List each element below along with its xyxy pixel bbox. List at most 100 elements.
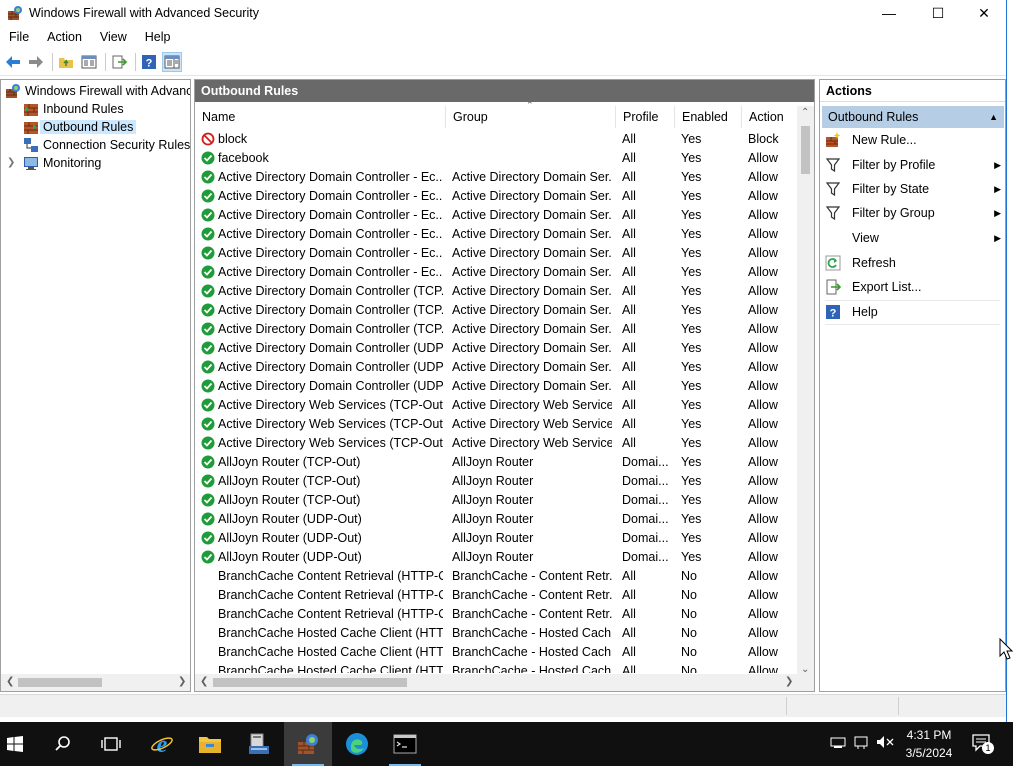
action-new-rule[interactable]: New Rule... [825,129,1003,151]
column-header-enabled[interactable]: Enabled [675,106,742,128]
taskbar-server-manager[interactable] [235,722,283,766]
start-button[interactable] [0,722,39,766]
search-button[interactable] [39,722,87,766]
table-row[interactable]: Active Directory Domain Controller (TCP.… [195,319,797,338]
scrollbar-thumb[interactable] [213,678,407,687]
table-row[interactable]: Active Directory Domain Controller - Ec.… [195,167,797,186]
table-row[interactable]: facebook All Yes Allow [195,148,797,167]
tree-root-label: Windows Firewall with Advanced Security [25,84,190,98]
scroll-left-icon[interactable]: ❮ [6,676,14,687]
taskbar-file-explorer[interactable] [186,722,234,766]
cell-group: AllJoyn Router [452,473,534,488]
table-row[interactable]: Active Directory Domain Controller - Ec.… [195,243,797,262]
taskbar-windows-firewall[interactable] [284,722,332,766]
rule-name: Active Directory Domain Controller - Ec.… [218,226,443,241]
table-row[interactable]: Active Directory Web Services (TCP-Out) A… [195,414,797,433]
up-folder-button[interactable] [56,52,76,72]
tree-horizontal-scrollbar[interactable]: ❮ ❯ [1,674,190,691]
show-hide-console-tree-button[interactable] [79,52,99,72]
menu-file[interactable]: File [0,30,38,44]
table-row[interactable]: Active Directory Web Services (TCP-Out) A… [195,433,797,452]
taskbar-internet-explorer[interactable]: e [138,722,186,766]
taskbar-edge[interactable] [333,722,381,766]
action-filter-by-group[interactable]: Filter by Group ▶ [825,202,1003,224]
table-row[interactable]: Active Directory Domain Controller - Ec.… [195,262,797,281]
table-row[interactable]: BranchCache Content Retrieval (HTTP-O...… [195,585,797,604]
cell-name: Active Directory Domain Controller - Ec.… [201,243,443,262]
rules-vertical-scrollbar[interactable]: ⌃ ⌄ [797,106,814,676]
task-view-button[interactable] [87,722,135,766]
table-row[interactable]: AllJoyn Router (UDP-Out) AllJoyn Router Do… [195,547,797,566]
tree-root[interactable]: Windows Firewall with Advanced Security [5,82,190,100]
ethernet-tray-icon[interactable] [853,735,869,752]
table-row[interactable]: BranchCache Hosted Cache Client (HTT... B… [195,661,797,674]
table-row[interactable]: Active Directory Domain Controller (TCP.… [195,281,797,300]
menu-action[interactable]: Action [38,30,91,44]
table-row[interactable]: AllJoyn Router (TCP-Out) AllJoyn Router Do… [195,471,797,490]
table-row[interactable]: BranchCache Content Retrieval (HTTP-O...… [195,604,797,623]
menu-view[interactable]: View [91,30,136,44]
table-row[interactable]: Active Directory Domain Controller (UDP.… [195,357,797,376]
action-view[interactable]: View ▶ [825,227,1003,249]
scroll-right-icon[interactable]: ❯ [785,676,793,687]
cell-action: Allow [748,207,778,222]
table-row[interactable]: block All Yes Block [195,129,797,148]
table-row[interactable]: Active Directory Domain Controller (UDP.… [195,338,797,357]
close-button[interactable]: ✕ [961,0,1007,26]
show-hide-action-pane-button[interactable] [162,52,182,72]
action-refresh[interactable]: Refresh [825,252,1003,274]
table-row[interactable]: Active Directory Web Services (TCP-Out) A… [195,395,797,414]
table-row[interactable]: Active Directory Domain Controller (UDP.… [195,376,797,395]
tree-item-monitoring[interactable]: Monitoring [23,154,101,172]
scroll-left-icon[interactable]: ❮ [200,676,208,687]
cell-enabled: Yes [681,473,702,488]
menu-help[interactable]: Help [136,30,180,44]
taskbar-command-prompt[interactable] [381,722,429,766]
tree-item-connection-security-rules[interactable]: Connection Security Rules [23,136,190,154]
table-row[interactable]: BranchCache Hosted Cache Client (HTT... B… [195,642,797,661]
cell-action: Allow [748,397,778,412]
action-export-list[interactable]: Export List... [825,276,1003,298]
network-tray-icon[interactable] [830,735,846,752]
action-help[interactable]: ? Help [825,301,1003,323]
scroll-up-icon[interactable]: ⌃ [801,107,809,118]
export-list-button[interactable] [109,52,129,72]
table-row[interactable]: AllJoyn Router (UDP-Out) AllJoyn Router Do… [195,509,797,528]
table-row[interactable]: AllJoyn Router (UDP-Out) AllJoyn Router Do… [195,528,797,547]
menu-bar: File Action View Help [0,27,1006,47]
forward-button[interactable] [26,52,46,72]
table-row[interactable]: AllJoyn Router (TCP-Out) AllJoyn Router Do… [195,452,797,471]
scrollbar-thumb[interactable] [801,126,810,174]
rules-horizontal-scrollbar[interactable]: ❮ ❯ [195,674,814,691]
actions-section-outbound-rules[interactable]: Outbound Rules ▲ [822,106,1004,128]
actions-section-label: Outbound Rules [828,110,919,124]
back-button[interactable] [3,52,23,72]
table-row[interactable]: AllJoyn Router (TCP-Out) AllJoyn Router Do… [195,490,797,509]
help-button[interactable]: ? [139,52,159,72]
volume-muted-tray-icon[interactable] [876,735,894,752]
cell-enabled: Yes [681,264,702,279]
expand-chevron-icon[interactable]: ❯ [7,157,15,168]
scroll-right-icon[interactable]: ❯ [178,676,186,687]
maximize-button[interactable]: ☐ [915,0,961,26]
scrollbar-thumb[interactable] [18,678,102,687]
actions-divider [825,300,1000,301]
column-header-action[interactable]: Action [742,106,797,128]
tree-item-outbound-rules[interactable]: Outbound Rules [23,118,137,136]
action-filter-by-state[interactable]: Filter by State ▶ [825,178,1003,200]
windows-logo-icon [7,736,23,752]
clock[interactable]: 4:31 PM 3/5/2024 [896,726,962,762]
collapse-caret-icon[interactable]: ▲ [989,112,998,122]
table-row[interactable]: BranchCache Hosted Cache Client (HTT... B… [195,623,797,642]
column-header-profile[interactable]: Profile [616,106,675,128]
table-row[interactable]: BranchCache Content Retrieval (HTTP-O...… [195,566,797,585]
action-filter-by-profile[interactable]: Filter by Profile ▶ [825,154,1003,176]
column-header-name[interactable]: Name [195,106,446,128]
table-row[interactable]: Active Directory Domain Controller - Ec.… [195,186,797,205]
table-row[interactable]: Active Directory Domain Controller - Ec.… [195,224,797,243]
table-row[interactable]: Active Directory Domain Controller - Ec.… [195,205,797,224]
tree-item-inbound-rules[interactable]: Inbound Rules [23,100,124,118]
table-row[interactable]: Active Directory Domain Controller (TCP.… [195,300,797,319]
minimize-button[interactable]: — [866,0,912,26]
action-center-button[interactable]: 1 [972,734,994,754]
